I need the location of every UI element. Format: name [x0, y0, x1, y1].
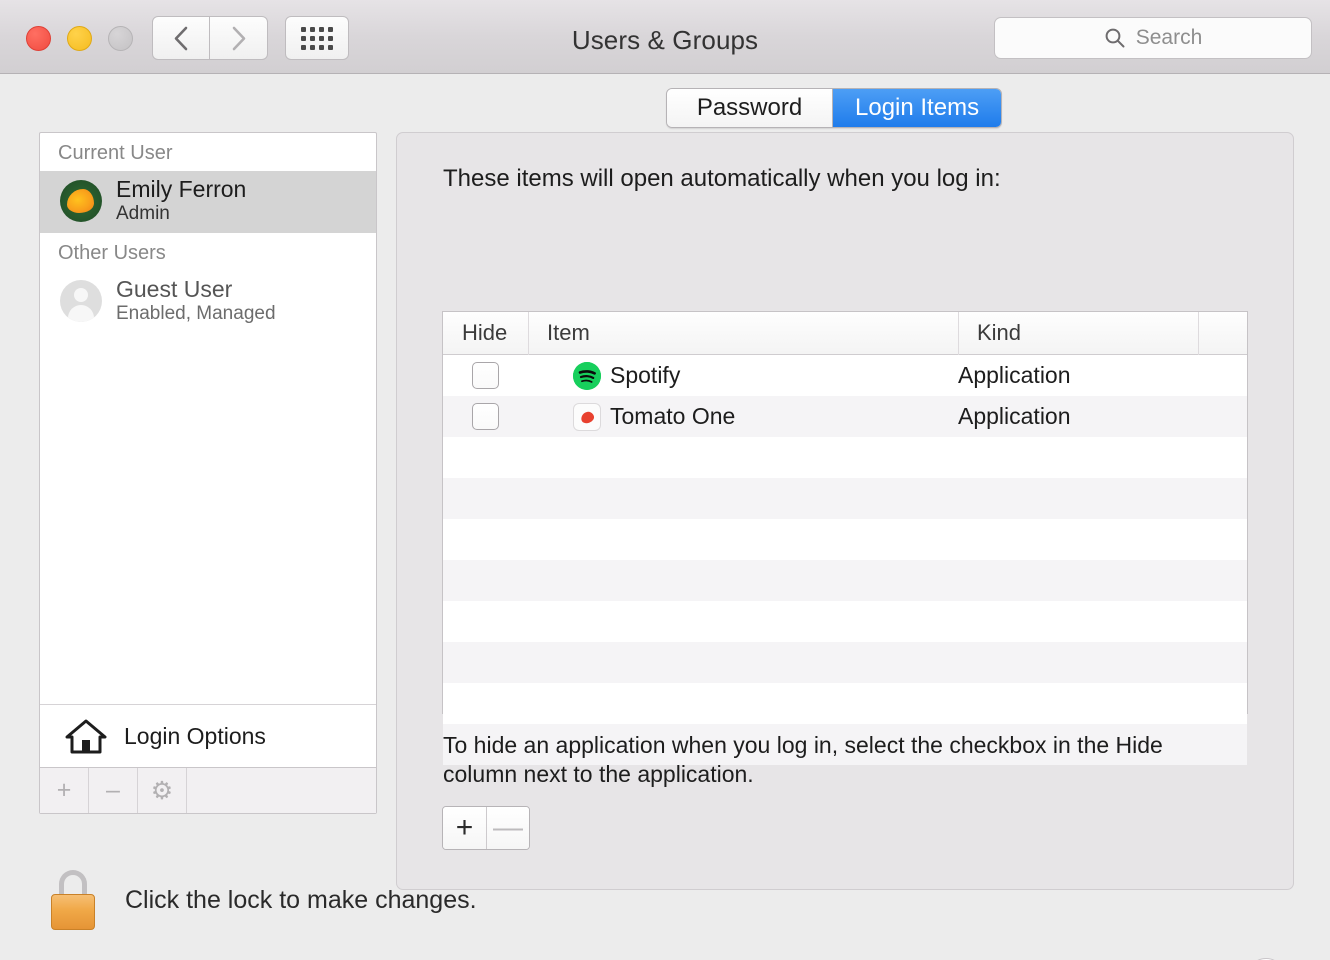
preferences-content: Current User Emily Ferron Admin Other Us… — [0, 74, 1330, 960]
remove-user-button[interactable]: – — [89, 768, 138, 813]
add-user-button[interactable]: + — [40, 768, 89, 813]
window-toolbar: Users & Groups Search — [0, 0, 1330, 74]
home-icon — [64, 717, 108, 755]
login-items-panel: Password Login Items These items will op… — [396, 132, 1294, 890]
user-role: Admin — [116, 203, 246, 225]
table-row-empty — [443, 478, 1247, 519]
table-row-empty — [443, 560, 1247, 601]
tab-login-items[interactable]: Login Items — [832, 89, 1001, 127]
sidebar-item-emily-ferron[interactable]: Emily Ferron Admin — [40, 171, 376, 233]
group-header-current-user: Current User — [40, 133, 376, 171]
lock-control[interactable]: Click the lock to make changes. — [47, 870, 477, 930]
kind-cell: Application — [958, 403, 1198, 430]
table-row[interactable]: Spotify Application — [443, 355, 1247, 396]
poppy-avatar — [60, 180, 102, 222]
table-row-empty — [443, 601, 1247, 642]
kind-cell: Application — [958, 362, 1198, 389]
item-cell: Spotify — [528, 362, 958, 390]
preferences-window: Users & Groups Search Current User Emily… — [0, 0, 1330, 960]
item-name: Tomato One — [610, 403, 735, 430]
item-cell: Tomato One — [528, 403, 958, 431]
add-remove-login-item-group: + — — [442, 806, 530, 850]
column-header-hide[interactable]: Hide — [443, 312, 528, 355]
table-row-empty — [443, 437, 1247, 478]
add-login-item-button[interactable]: + — [443, 807, 486, 849]
sidebar-item-login-options[interactable]: Login Options — [40, 704, 376, 767]
closed-lock-icon[interactable] — [47, 870, 99, 930]
panel-headline: These items will open automatically when… — [443, 165, 1001, 193]
table-row[interactable]: Tomato One Application — [443, 396, 1247, 437]
search-field[interactable]: Search — [994, 17, 1312, 59]
lock-message: Click the lock to make changes. — [125, 886, 477, 915]
table-row-empty — [443, 519, 1247, 560]
column-header-spacer — [1198, 312, 1247, 355]
hide-checkbox-cell — [443, 403, 528, 430]
sidebar-toolbar: + – ⚙ — [40, 767, 376, 813]
users-sidebar: Current User Emily Ferron Admin Other Us… — [39, 132, 377, 814]
user-name: Guest User — [116, 276, 276, 303]
panel-tabs: Password Login Items — [666, 88, 1002, 128]
column-header-kind[interactable]: Kind — [958, 312, 1198, 355]
user-status: Enabled, Managed — [116, 303, 276, 325]
sidebar-item-guest-user[interactable]: Guest User Enabled, Managed — [40, 271, 376, 333]
remove-login-item-button[interactable]: — — [486, 807, 529, 849]
table-row-empty — [443, 683, 1247, 724]
user-name: Emily Ferron — [116, 176, 246, 203]
item-name: Spotify — [610, 362, 680, 389]
search-placeholder: Search — [1136, 26, 1203, 50]
tomato-one-icon — [573, 403, 601, 431]
user-list: Current User Emily Ferron Admin Other Us… — [40, 133, 376, 704]
settings-gear-button[interactable]: ⚙ — [138, 768, 187, 813]
table-row-empty — [443, 642, 1247, 683]
table-body: Spotify Application Tomato One Applicati… — [443, 355, 1247, 714]
hide-checkbox[interactable] — [472, 362, 499, 389]
spotify-icon — [573, 362, 601, 390]
login-options-label: Login Options — [124, 723, 266, 750]
guest-avatar — [60, 280, 102, 322]
tab-password[interactable]: Password — [667, 89, 832, 127]
column-header-item[interactable]: Item — [528, 312, 958, 355]
group-header-other-users: Other Users — [40, 233, 376, 271]
table-header: Hide Item Kind — [443, 312, 1247, 355]
hide-checkbox[interactable] — [472, 403, 499, 430]
hide-column-note: To hide an application when you log in, … — [443, 731, 1203, 790]
search-icon — [1104, 27, 1126, 49]
sidebar-toolbar-spacer — [187, 768, 376, 813]
login-items-table: Hide Item Kind — [442, 311, 1248, 714]
hide-checkbox-cell — [443, 362, 528, 389]
